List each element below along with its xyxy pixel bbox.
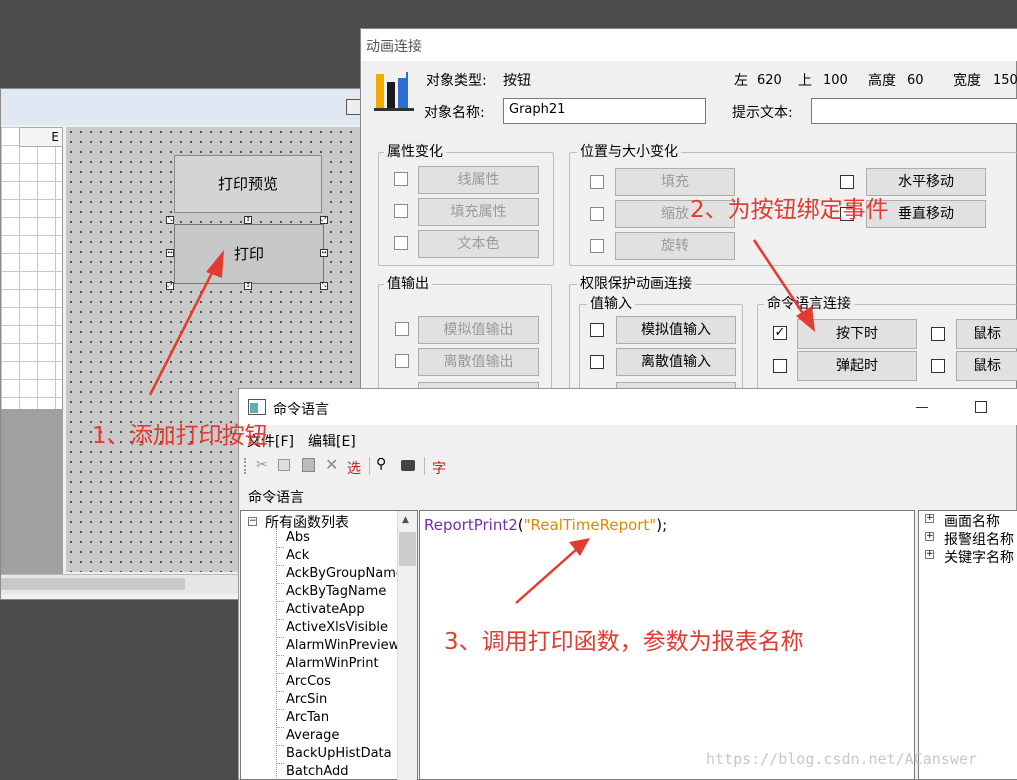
annotation-step2: 2、为按钮绑定事件	[690, 197, 889, 223]
watermark: https://blog.csdn.net/ACanswer	[706, 750, 977, 768]
annotation-step1: 1、添加打印按钮	[92, 423, 268, 449]
annotation-arrows	[148, 239, 815, 604]
annotation-step3: 3、调用打印函数，参数为报表名称	[444, 629, 804, 655]
